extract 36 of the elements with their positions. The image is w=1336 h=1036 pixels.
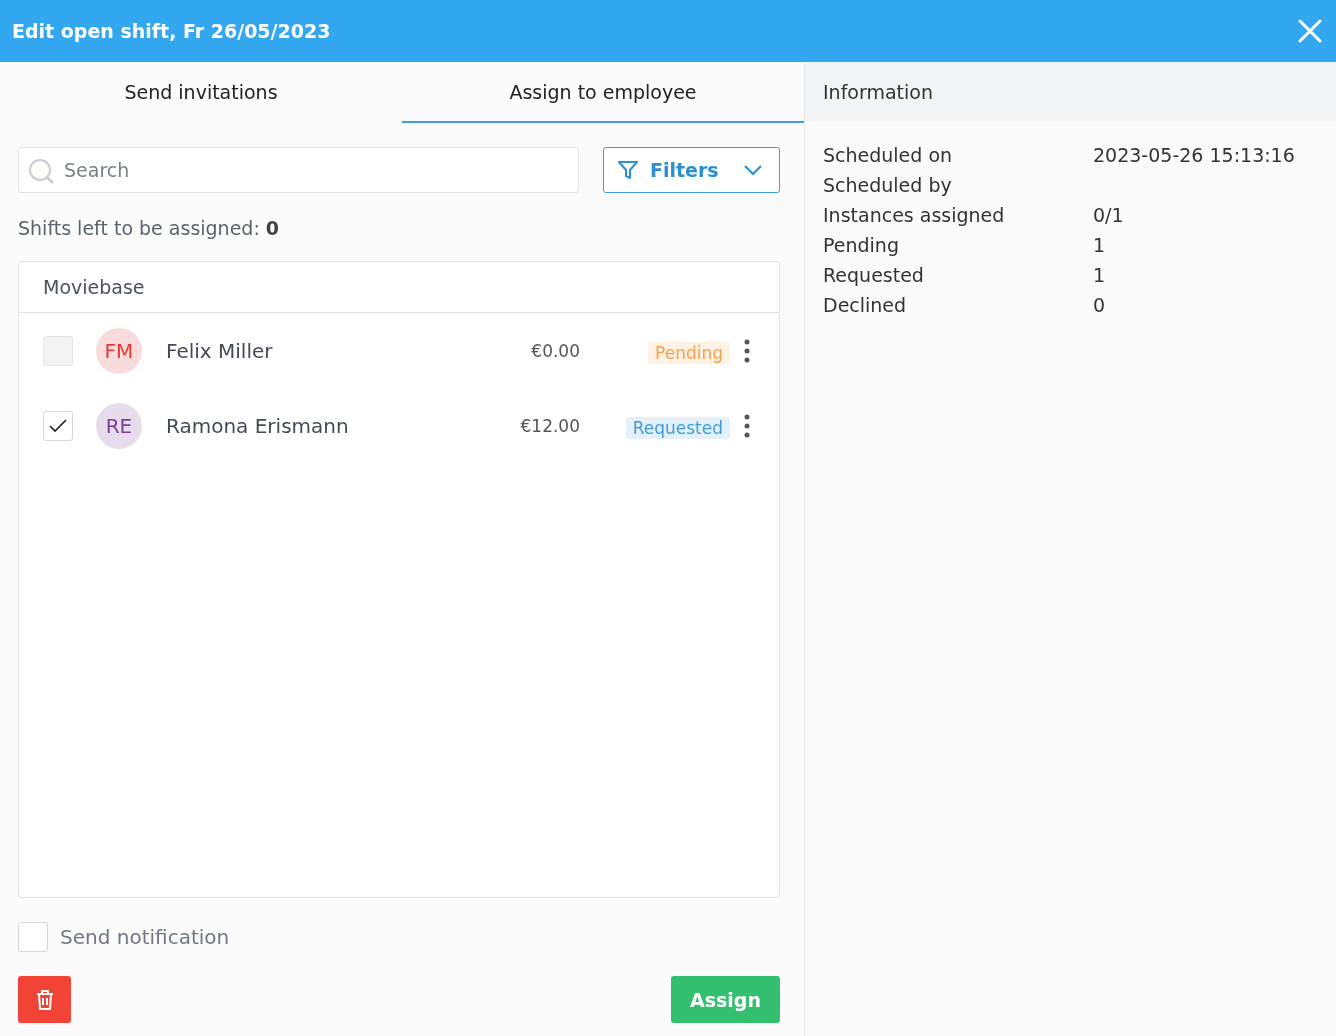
information-title: Information bbox=[805, 62, 1336, 122]
status-badge: Pending bbox=[648, 341, 730, 364]
amount-text: €0.00 bbox=[530, 340, 580, 361]
amount-text: €12.00 bbox=[519, 415, 580, 436]
info-label: Scheduled on bbox=[823, 144, 954, 166]
info-value: 0/1 bbox=[1093, 204, 1125, 226]
search-field[interactable]: Search bbox=[18, 147, 579, 193]
row-checkbox[interactable] bbox=[43, 410, 73, 441]
delete-button[interactable] bbox=[18, 976, 71, 1023]
close-icon[interactable] bbox=[1296, 17, 1324, 45]
group-title: Moviebase bbox=[19, 262, 779, 313]
notification-label: Send notification bbox=[60, 925, 230, 949]
avatar-initials: RE bbox=[96, 402, 142, 449]
trash-icon bbox=[34, 988, 55, 1011]
info-label: Instances assigned bbox=[823, 204, 1006, 226]
funnel-icon bbox=[616, 158, 640, 182]
employee-name: Felix Miller bbox=[166, 338, 274, 363]
info-value: 2023-05-26 15:13:16 bbox=[1093, 144, 1296, 166]
info-label: Scheduled by bbox=[823, 174, 953, 196]
notification-checkbox[interactable] bbox=[18, 922, 48, 952]
filters-button[interactable]: Filters bbox=[603, 147, 780, 193]
info-value: 1 bbox=[1093, 234, 1107, 256]
search-icon bbox=[28, 156, 56, 184]
employee-name: Ramona Erismann bbox=[166, 413, 350, 438]
avatar-initials: FM bbox=[96, 327, 142, 374]
info-label: Declined bbox=[823, 294, 908, 316]
dialog-title: Edit open shift, Fr 26/05/2023 bbox=[12, 20, 331, 42]
tab[interactable]: Send invitations bbox=[0, 62, 402, 123]
info-value: 1 bbox=[1093, 264, 1107, 286]
shifts-left-text: Shifts left to be assigned: 0 bbox=[18, 217, 281, 239]
info-label: Pending bbox=[823, 234, 900, 256]
info-value: 0 bbox=[1093, 294, 1107, 316]
checkmark-icon bbox=[49, 418, 67, 433]
status-badge: Requested bbox=[625, 416, 730, 439]
chevron-down-icon bbox=[743, 164, 763, 176]
info-label: Requested bbox=[823, 264, 925, 286]
